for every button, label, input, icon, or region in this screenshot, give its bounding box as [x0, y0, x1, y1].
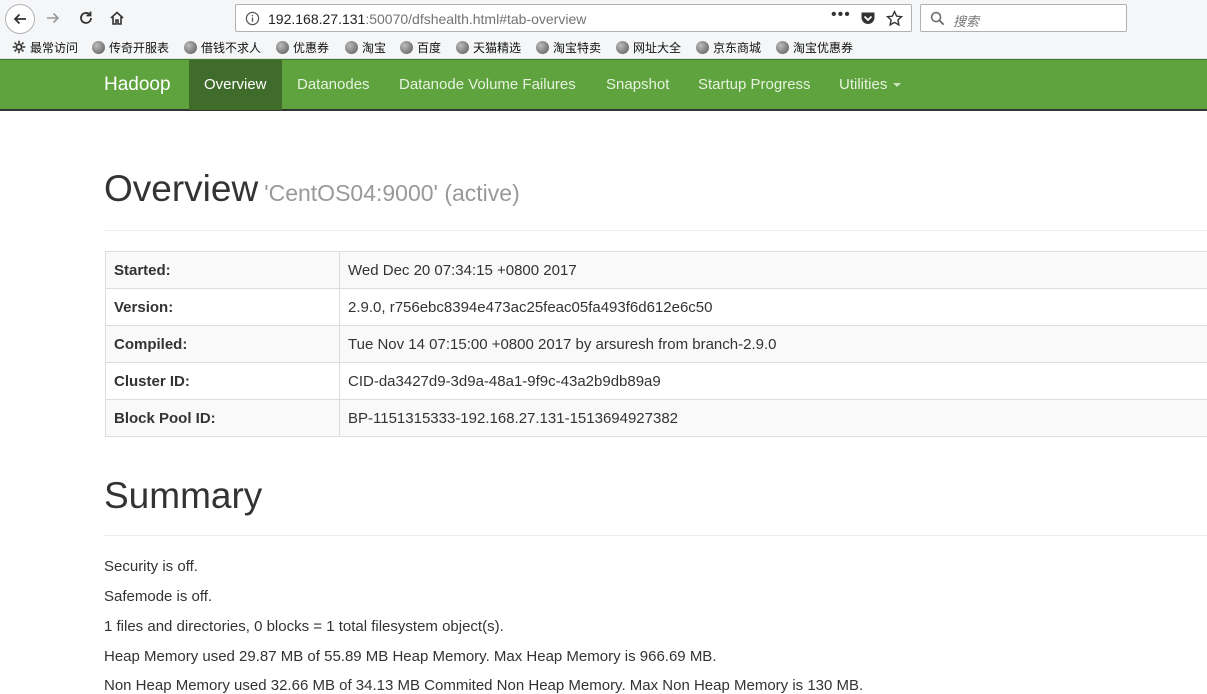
- bookmark-item[interactable]: 京东商城: [696, 38, 761, 56]
- pocket-icon[interactable]: [860, 11, 876, 26]
- bookmark-label: 借钱不求人: [201, 39, 261, 56]
- row-value: CID-da3427d9-3d9a-48a1-9f9c-43a2b9db89a9: [340, 363, 1207, 400]
- divider: [104, 230, 1207, 231]
- search-placeholder: 搜索: [953, 11, 979, 30]
- table-row: Block Pool ID: BP-1151315333-192.168.27.…: [106, 400, 1207, 437]
- bookmark-label: 百度: [417, 39, 441, 56]
- row-key: Started:: [106, 252, 340, 289]
- bookmark-item[interactable]: 淘宝优惠券: [776, 38, 853, 56]
- nav-datanodes[interactable]: Datanodes: [282, 60, 385, 110]
- globe-icon: [456, 41, 469, 54]
- globe-icon: [276, 41, 289, 54]
- bookmark-item[interactable]: 淘宝: [345, 38, 386, 56]
- globe-icon: [776, 41, 789, 54]
- info-icon[interactable]: [245, 11, 260, 26]
- table-row: Started: Wed Dec 20 07:34:15 +0800 2017: [106, 252, 1207, 289]
- globe-icon: [536, 41, 549, 54]
- bookmark-label: 天猫精选: [473, 39, 521, 56]
- summary-heap-memory: Heap Memory used 29.87 MB of 55.89 MB He…: [104, 648, 716, 665]
- summary-safemode: Safemode is off.: [104, 588, 212, 605]
- url-host: 192.168.27.131: [268, 11, 365, 27]
- bookmark-item[interactable]: 淘宝特卖: [536, 38, 601, 56]
- browser-toolbar: 192.168.27.131:50070/dfshealth.html#tab-…: [0, 0, 1207, 36]
- search-icon: [930, 11, 945, 26]
- divider: [104, 535, 1207, 536]
- url-text: 192.168.27.131:50070/dfshealth.html#tab-…: [268, 11, 586, 27]
- bookmark-label: 最常访问: [30, 39, 78, 56]
- globe-icon: [92, 41, 105, 54]
- row-value: Tue Nov 14 07:15:00 +0800 2017 by arsure…: [340, 326, 1207, 363]
- bookmark-star-icon[interactable]: [886, 10, 903, 27]
- bookmark-label: 优惠券: [293, 39, 329, 56]
- brand-link[interactable]: Hadoop: [104, 60, 171, 110]
- back-button[interactable]: [5, 4, 35, 34]
- search-bar[interactable]: 搜索: [920, 4, 1127, 32]
- table-row: Version: 2.9.0, r756ebc8394e473ac25feac0…: [106, 289, 1207, 326]
- reload-icon: [78, 10, 94, 26]
- bookmark-item[interactable]: 百度: [400, 38, 441, 56]
- bookmark-most-visited[interactable]: 最常访问: [12, 38, 78, 56]
- bookmark-label: 传奇开服表: [109, 39, 169, 56]
- bookmark-label: 淘宝优惠券: [793, 39, 853, 56]
- row-key: Compiled:: [106, 326, 340, 363]
- globe-icon: [345, 41, 358, 54]
- home-button[interactable]: [103, 4, 131, 32]
- summary-security: Security is off.: [104, 558, 198, 575]
- row-key: Cluster ID:: [106, 363, 340, 400]
- back-arrow-icon: [12, 11, 28, 27]
- caret-down-icon: [893, 83, 901, 87]
- bookmark-label: 淘宝特卖: [553, 39, 601, 56]
- bookmark-item[interactable]: 优惠券: [276, 38, 329, 56]
- nav-datanode-volume-failures[interactable]: Datanode Volume Failures: [384, 60, 591, 110]
- summary-title: Summary: [104, 475, 262, 517]
- row-value: Wed Dec 20 07:34:15 +0800 2017: [340, 252, 1207, 289]
- globe-icon: [184, 41, 197, 54]
- overview-table: Started: Wed Dec 20 07:34:15 +0800 2017 …: [105, 251, 1207, 437]
- bookmark-item[interactable]: 网址大全: [616, 38, 681, 56]
- forward-button[interactable]: [39, 4, 67, 32]
- bookmark-label: 京东商城: [713, 39, 761, 56]
- table-row: Compiled: Tue Nov 14 07:15:00 +0800 2017…: [106, 326, 1207, 363]
- bookmarks-toolbar: 最常访问 传奇开服表 借钱不求人 优惠券 淘宝 百度 天猫精选 淘宝特卖 网址大…: [0, 36, 1207, 59]
- url-path: :50070/dfshealth.html#tab-overview: [365, 11, 586, 27]
- bookmark-item[interactable]: 借钱不求人: [184, 38, 261, 56]
- page-actions-icon[interactable]: •••: [831, 6, 851, 24]
- home-icon: [109, 10, 125, 26]
- summary-filesystem-objects: 1 files and directories, 0 blocks = 1 to…: [104, 618, 504, 635]
- row-key: Version:: [106, 289, 340, 326]
- summary-non-heap-memory: Non Heap Memory used 32.66 MB of 34.13 M…: [104, 677, 863, 694]
- forward-arrow-icon: [45, 10, 61, 26]
- bookmark-label: 网址大全: [633, 39, 681, 56]
- gear-icon: [12, 40, 26, 54]
- address-bar[interactable]: 192.168.27.131:50070/dfshealth.html#tab-…: [235, 4, 912, 32]
- globe-icon: [616, 41, 629, 54]
- bookmark-item[interactable]: 传奇开服表: [92, 38, 169, 56]
- row-key: Block Pool ID:: [106, 400, 340, 437]
- row-value: BP-1151315333-192.168.27.131-15136949273…: [340, 400, 1207, 437]
- nav-snapshot[interactable]: Snapshot: [591, 60, 684, 110]
- nav-utilities-label: Utilities: [839, 76, 887, 93]
- nav-overview[interactable]: Overview: [189, 60, 282, 110]
- overview-title: Overview: [104, 168, 258, 209]
- row-value: 2.9.0, r756ebc8394e473ac25feac05fa493f6d…: [340, 289, 1207, 326]
- bookmark-item[interactable]: 天猫精选: [456, 38, 521, 56]
- bookmark-label: 淘宝: [362, 39, 386, 56]
- globe-icon: [696, 41, 709, 54]
- nav-startup-progress[interactable]: Startup Progress: [683, 60, 826, 110]
- nav-utilities-dropdown[interactable]: Utilities: [824, 60, 916, 110]
- reload-button[interactable]: [72, 4, 100, 32]
- page-title: Overview'CentOS04:9000' (active): [104, 168, 520, 210]
- overview-subtitle: 'CentOS04:9000' (active): [264, 180, 520, 206]
- hadoop-navbar: Hadoop Overview Datanodes Datanode Volum…: [0, 59, 1207, 111]
- globe-icon: [400, 41, 413, 54]
- table-row: Cluster ID: CID-da3427d9-3d9a-48a1-9f9c-…: [106, 363, 1207, 400]
